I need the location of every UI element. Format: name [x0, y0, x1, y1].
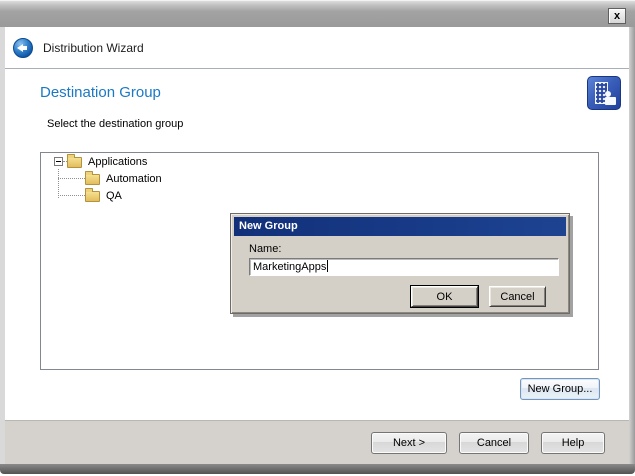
tree-item-qa[interactable]: QA: [41, 187, 598, 204]
wizard-body: Distribution Wizard Destination Group Se…: [5, 27, 629, 464]
close-icon[interactable]: x: [608, 8, 626, 24]
wizard-window: x Distribution Wizard Destination Group …: [0, 0, 635, 476]
wizard-title: Distribution Wizard: [43, 41, 144, 55]
new-group-dialog-titlebar[interactable]: New Group: [234, 217, 566, 236]
new-group-dialog: New Group Name: MarketingApps OK Cancel: [230, 213, 570, 314]
tree-item-applications[interactable]: Applications: [41, 153, 598, 170]
name-label: Name:: [249, 243, 281, 255]
window-border-bottom: [0, 464, 635, 474]
page-subtitle: Select the destination group: [47, 118, 183, 130]
tree-item-label[interactable]: Applications: [88, 156, 147, 168]
folder-icon: [67, 157, 82, 168]
text-caret: [327, 260, 328, 272]
name-input[interactable]: MarketingApps: [249, 258, 559, 276]
folder-icon: [85, 191, 100, 202]
tree-item-label[interactable]: QA: [106, 190, 122, 202]
tree-item-label[interactable]: Automation: [106, 173, 162, 185]
new-group-button[interactable]: New Group...: [520, 378, 600, 400]
window-border-right: [629, 27, 635, 464]
package-glyph: [605, 97, 616, 105]
next-button[interactable]: Next >: [371, 432, 447, 454]
wizard-header: Distribution Wizard: [5, 27, 629, 69]
wizard-footer: Next > Cancel Help: [5, 420, 629, 464]
tree-connector-stub: [58, 195, 85, 196]
collapse-expander-icon[interactable]: [54, 157, 63, 166]
page-title: Destination Group: [40, 84, 161, 101]
help-button[interactable]: Help: [541, 432, 605, 454]
tree-connector-stub: [58, 178, 85, 179]
back-arrow-icon[interactable]: [13, 38, 33, 58]
window-titlebar[interactable]: x: [0, 0, 635, 27]
folder-icon: [85, 174, 100, 185]
tree-item-automation[interactable]: Automation: [41, 170, 598, 187]
group-building-icon: [587, 76, 621, 110]
dialog-cancel-button[interactable]: Cancel: [489, 286, 546, 307]
cancel-button[interactable]: Cancel: [459, 432, 529, 454]
ok-button[interactable]: OK: [411, 286, 478, 307]
name-input-value: MarketingApps: [253, 261, 326, 273]
